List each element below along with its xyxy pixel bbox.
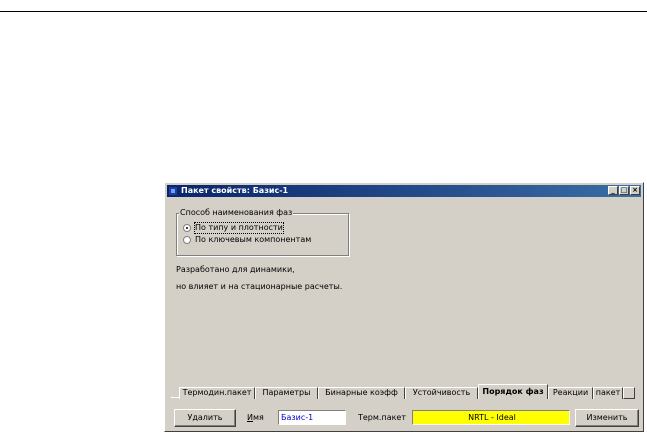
- tab-phase-order[interactable]: Порядок фаз: [478, 384, 548, 399]
- tab-stability[interactable]: Устойчивость: [405, 387, 478, 399]
- term-package-label: Терм.пакет: [358, 413, 407, 422]
- change-button[interactable]: Изменить: [575, 409, 639, 427]
- app-icon: [169, 187, 177, 195]
- tab-package[interactable]: пакет: [593, 387, 623, 399]
- tab-scroll-right[interactable]: [623, 387, 635, 399]
- close-button[interactable]: ×: [630, 186, 640, 195]
- radio-indicator-checked[interactable]: [183, 224, 191, 232]
- delete-button[interactable]: Удалить: [174, 409, 236, 427]
- minimize-button[interactable]: _: [608, 186, 618, 195]
- note-line-2: но влияет и на стационарные расчеты.: [176, 282, 343, 291]
- name-field[interactable]: Базис-1: [278, 410, 346, 425]
- radio-by-key-components[interactable]: По ключевым компонентам: [183, 235, 311, 245]
- radio-label: По типу и плотности: [194, 222, 284, 234]
- property-package-window: Пакет свойств: Базис-1 _ □ × Способ наим…: [164, 182, 644, 432]
- tab-reactions[interactable]: Реакции: [548, 387, 593, 399]
- tab-binary-coefficients[interactable]: Бинарные коэфф: [318, 387, 405, 399]
- radio-by-type-and-density[interactable]: По типу и плотности: [183, 222, 284, 234]
- tab-parameters[interactable]: Параметры: [255, 387, 318, 399]
- top-divider-line: [0, 11, 647, 12]
- title-bar[interactable]: Пакет свойств: Базис-1 _ □ ×: [167, 185, 641, 197]
- note-line-1: Разработано для динамики,: [176, 265, 295, 274]
- radio-label: По ключевым компонентам: [195, 235, 312, 244]
- name-label: Имя: [247, 413, 264, 422]
- radio-indicator[interactable]: [183, 236, 191, 244]
- tab-thermo-package[interactable]: Термодин.пакет: [179, 387, 255, 399]
- term-package-field[interactable]: NRTL - Ideal: [412, 410, 570, 425]
- window-title: Пакет свойств: Базис-1: [181, 186, 289, 195]
- phase-naming-group-label: Способ наименования фаз: [179, 208, 294, 218]
- maximize-button[interactable]: □: [619, 186, 629, 195]
